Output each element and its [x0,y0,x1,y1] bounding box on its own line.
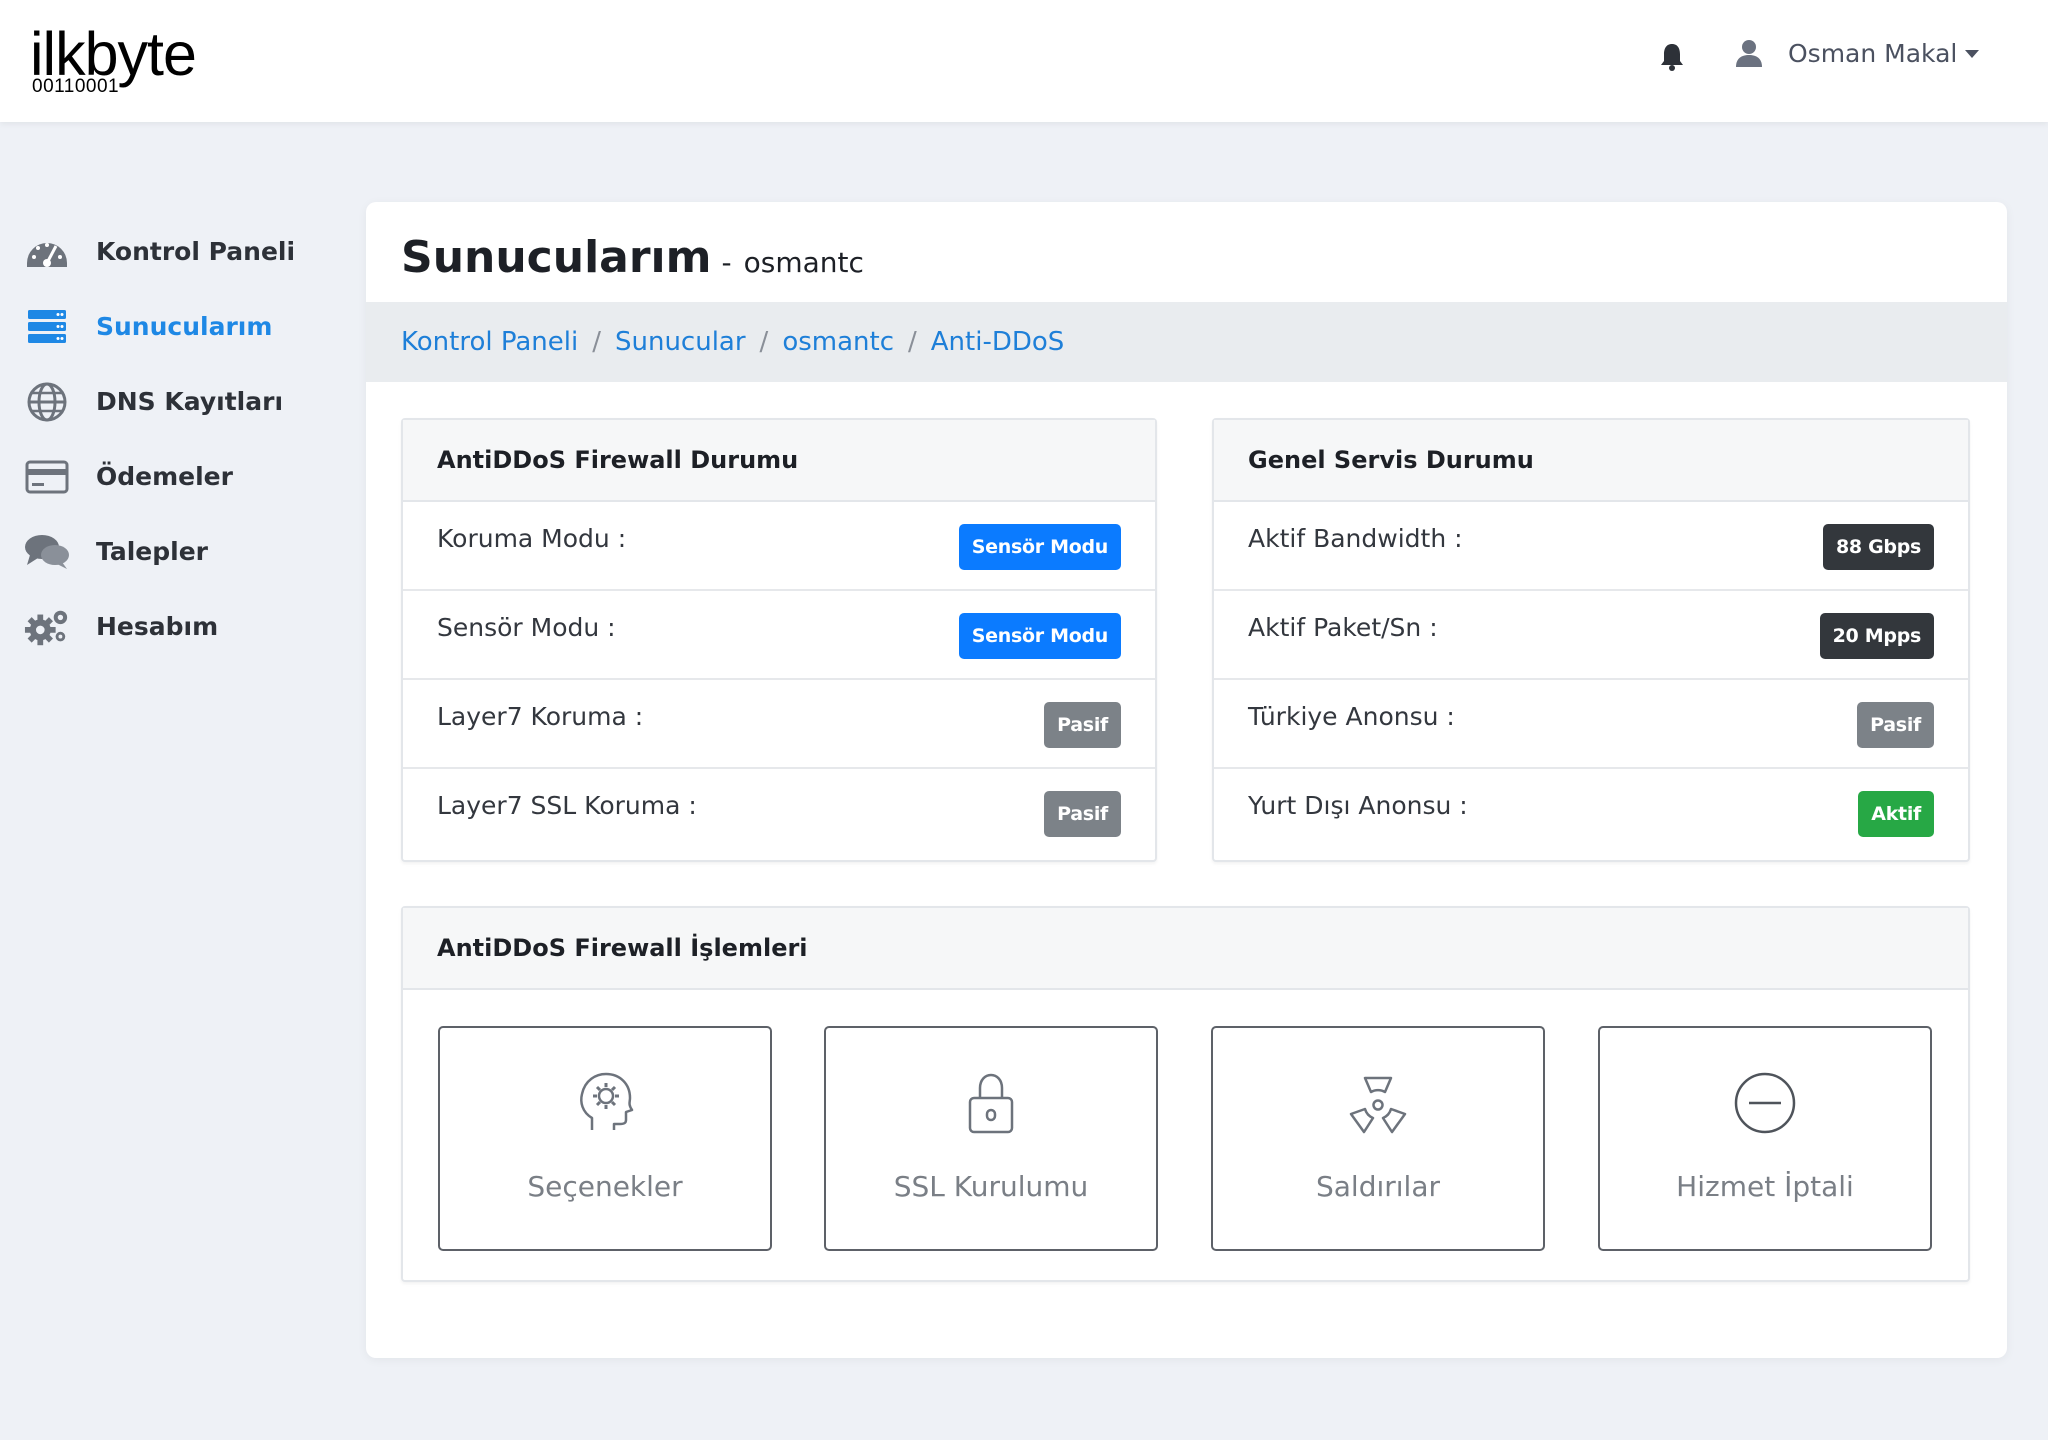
status-row: Layer7 Koruma : Pasif [403,680,1155,769]
sidebar-item-label: Talepler [96,537,208,566]
panel-title: AntiDDoS Firewall İşlemleri [403,908,1968,990]
status-row: Yurt Dışı Anonsu : Aktif [1214,769,1968,858]
options-button[interactable]: Seçenekler [438,1026,772,1251]
user-menu[interactable]: Osman Makal [1734,38,1980,68]
option-label: SSL Kurulumu [893,1170,1089,1203]
ssl-setup-button[interactable]: SSL Kurulumu [824,1026,1158,1251]
breadcrumb-sunucular[interactable]: Sunucular [615,327,746,357]
option-label: Hizmet İptali [1676,1170,1854,1203]
status-badge: 20 Mpps [1819,613,1934,659]
dashboard-icon [24,230,70,274]
status-label: Aktif Bandwidth : [1248,524,1463,553]
user-icon [1736,40,1762,67]
main-card: Sunucularım - osmantc Kontrol Paneli / S… [366,202,2007,1358]
status-label: Sensör Modu : [437,613,616,642]
attacks-button[interactable]: Saldırılar [1211,1026,1545,1251]
sidebar-item-sunucularim[interactable]: Sunucularım [24,289,344,364]
status-badge: 88 Gbps [1822,524,1934,570]
globe-icon [24,380,70,424]
breadcrumb-osmantc[interactable]: osmantc [782,327,894,357]
status-label: Yurt Dışı Anonsu : [1248,791,1468,820]
lock-icon [968,1073,1014,1134]
breadcrumb-kontrol-paneli[interactable]: Kontrol Paneli [401,327,578,357]
status-badge: Pasif [1857,702,1934,748]
panel-title: Genel Servis Durumu [1214,420,1968,502]
status-row: Türkiye Anonsu : Pasif [1214,680,1968,769]
sidebar-item-odemeler[interactable]: Ödemeler [24,439,344,514]
sidebar-item-hesabim[interactable]: Hesabım [24,589,344,664]
page-title-separator: - [721,246,732,279]
server-icon [24,305,70,349]
option-label: Seçenekler [527,1170,683,1203]
status-badge: Aktif [1858,791,1934,837]
option-label: Saldırılar [1315,1170,1440,1203]
user-name: Osman Makal [1788,38,1958,68]
service-status-panel: Genel Servis Durumu Aktif Bandwidth : 88… [1212,418,1970,862]
status-label: Koruma Modu : [437,524,627,553]
status-row: Koruma Modu : Sensör Modu [403,502,1155,591]
status-label: Türkiye Anonsu : [1248,702,1455,731]
bell-icon[interactable] [1658,42,1686,72]
top-bar: ilkbyte 00110001 Osman Makal [0,0,2048,122]
page-title-main: Sunucularım [401,232,712,283]
sidebar: Kontrol Paneli Sunucularım DNS Kayıtları… [24,214,344,664]
status-label: Aktif Paket/Sn : [1248,613,1438,642]
status-badge: Pasif [1044,702,1121,748]
status-row: Sensör Modu : Sensör Modu [403,591,1155,680]
chevron-down-icon [1965,50,1980,58]
page-title: Sunucularım - osmantc [401,232,864,283]
breadcrumb-anti-ddos[interactable]: Anti-DDoS [931,327,1065,357]
breadcrumb-separator: / [592,327,601,357]
status-badge: Pasif [1044,791,1121,837]
status-row: Layer7 SSL Koruma : Pasif [403,769,1155,858]
breadcrumb-separator: / [908,327,917,357]
operations-grid: Seçenekler SSL Kurulumu Saldırılar Hizme… [403,990,1968,1280]
status-label: Layer7 Koruma : [437,702,644,731]
sidebar-item-label: Hesabım [96,612,219,641]
brand-logo[interactable]: ilkbyte 00110001 [30,22,197,97]
sidebar-item-label: DNS Kayıtları [96,387,284,416]
chat-icon [24,530,70,574]
panel-title: AntiDDoS Firewall Durumu [403,420,1155,502]
breadcrumb-separator: / [759,327,769,357]
radiation-icon [1349,1076,1407,1134]
firewall-operations-panel: AntiDDoS Firewall İşlemleri Seçenekler S… [401,906,1970,1282]
firewall-status-panel: AntiDDoS Firewall Durumu Koruma Modu : S… [401,418,1157,862]
minus-circle-icon [1734,1072,1796,1134]
sidebar-item-kontrol-paneli[interactable]: Kontrol Paneli [24,214,344,289]
breadcrumb: Kontrol Paneli / Sunucular / osmantc / A… [366,302,2007,382]
brand-tagline: 00110001 [32,76,120,97]
status-label: Layer7 SSL Koruma : [437,791,697,820]
status-badge: Sensör Modu [958,524,1121,570]
sidebar-item-label: Ödemeler [96,462,233,491]
sidebar-item-talepler[interactable]: Talepler [24,514,344,589]
cancel-service-button[interactable]: Hizmet İptali [1598,1026,1932,1251]
sidebar-item-label: Sunucularım [96,312,273,341]
status-badge: Sensör Modu [958,613,1121,659]
status-row: Aktif Paket/Sn : 20 Mpps [1214,591,1968,680]
gears-icon [24,605,70,649]
sidebar-item-label: Kontrol Paneli [96,237,296,266]
sidebar-item-dns-kayitlari[interactable]: DNS Kayıtları [24,364,344,439]
credit-card-icon [24,455,70,499]
status-row: Aktif Bandwidth : 88 Gbps [1214,502,1968,591]
head-gear-icon [580,1072,634,1130]
page-title-subtitle: osmantc [743,246,864,279]
